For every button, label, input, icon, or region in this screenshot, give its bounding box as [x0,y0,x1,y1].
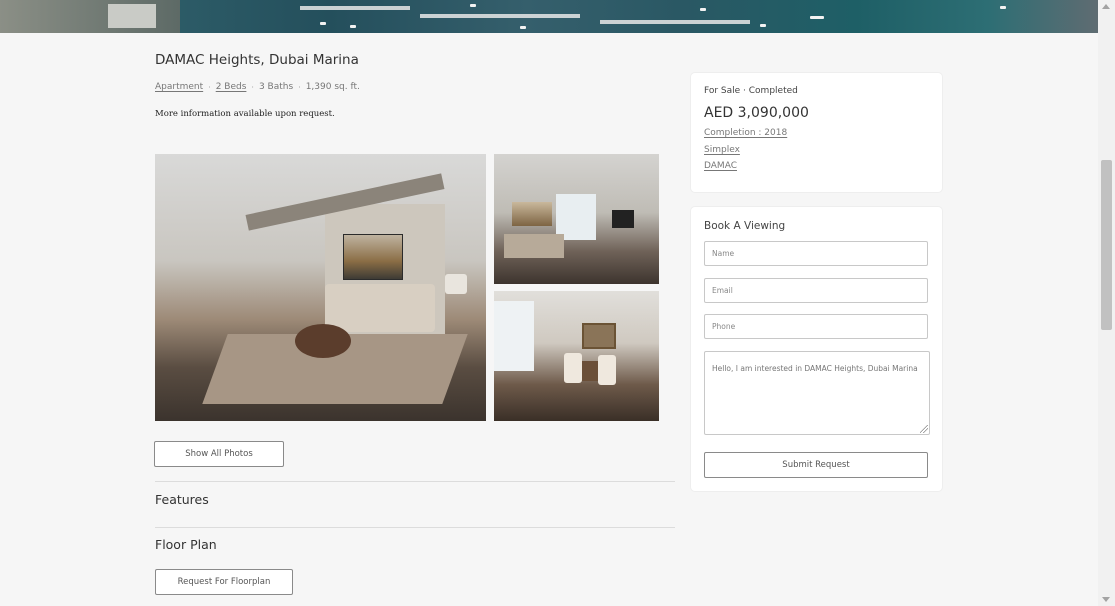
book-viewing-card: Book A Viewing Name Email Phone Hello, I… [691,207,942,491]
layout-link[interactable]: Simplex [704,145,740,155]
meta-separator: · [251,82,254,92]
meta-separator: · [208,82,211,92]
section-divider [155,527,675,528]
hero-building [108,4,156,28]
hero-dock [300,6,410,10]
message-text: Hello, I am interested in DAMAC Heights,… [712,364,918,373]
price-value: AED 3,090,000 [704,105,809,121]
hero-boat [1000,6,1006,9]
name-input[interactable]: Name [704,241,928,266]
scroll-down-icon[interactable] [1102,597,1110,602]
dining-area-photo[interactable] [494,291,659,421]
hero-boat [320,22,326,25]
baths-value: 3 Baths [258,82,294,92]
hero-boat [520,26,526,29]
hero-boat [700,8,706,11]
photo-gallery [155,154,659,421]
book-viewing-heading: Book A Viewing [704,220,786,232]
living-area-photo[interactable] [494,154,659,284]
hero-image-strip [0,0,1098,33]
developer-link[interactable]: DAMAC [704,161,737,171]
message-textarea[interactable]: Hello, I am interested in DAMAC Heights,… [704,351,930,435]
sale-status: For Sale · Completed [704,86,798,96]
hero-boat [470,4,476,7]
hero-boat [350,25,356,28]
section-divider [155,481,675,482]
scroll-up-icon[interactable] [1102,4,1110,9]
submit-request-button[interactable]: Submit Request [704,452,928,478]
phone-input[interactable]: Phone [704,314,928,339]
floor-plan-heading: Floor Plan [155,537,217,552]
features-heading[interactable]: Features [155,492,209,507]
main-living-room-photo[interactable] [155,154,486,421]
meta-separator: · [298,82,301,92]
page-scrollbar[interactable] [1098,0,1115,606]
listing-title: DAMAC Heights, Dubai Marina [155,52,359,68]
show-all-photos-button[interactable]: Show All Photos [154,441,284,467]
sale-info-card: For Sale · Completed AED 3,090,000 Compl… [691,73,942,192]
completion-link[interactable]: Completion : 2018 [704,128,787,138]
area-value: 1,390 sq. ft. [305,82,360,92]
hero-boat [810,16,824,19]
request-floorplan-button[interactable]: Request For Floorplan [155,569,293,595]
scrollbar-thumb[interactable] [1101,160,1112,330]
resize-handle-icon[interactable] [920,425,928,433]
listing-meta: Apartment · 2 Beds · 3 Baths · 1,390 sq.… [155,82,360,92]
beds-link[interactable]: 2 Beds [216,82,247,92]
listing-description: More information available upon request. [155,109,335,119]
email-input[interactable]: Email [704,278,928,303]
hero-boat [760,24,766,27]
hero-dock [600,20,750,24]
property-type-link[interactable]: Apartment [155,82,203,92]
hero-dock [420,14,580,18]
